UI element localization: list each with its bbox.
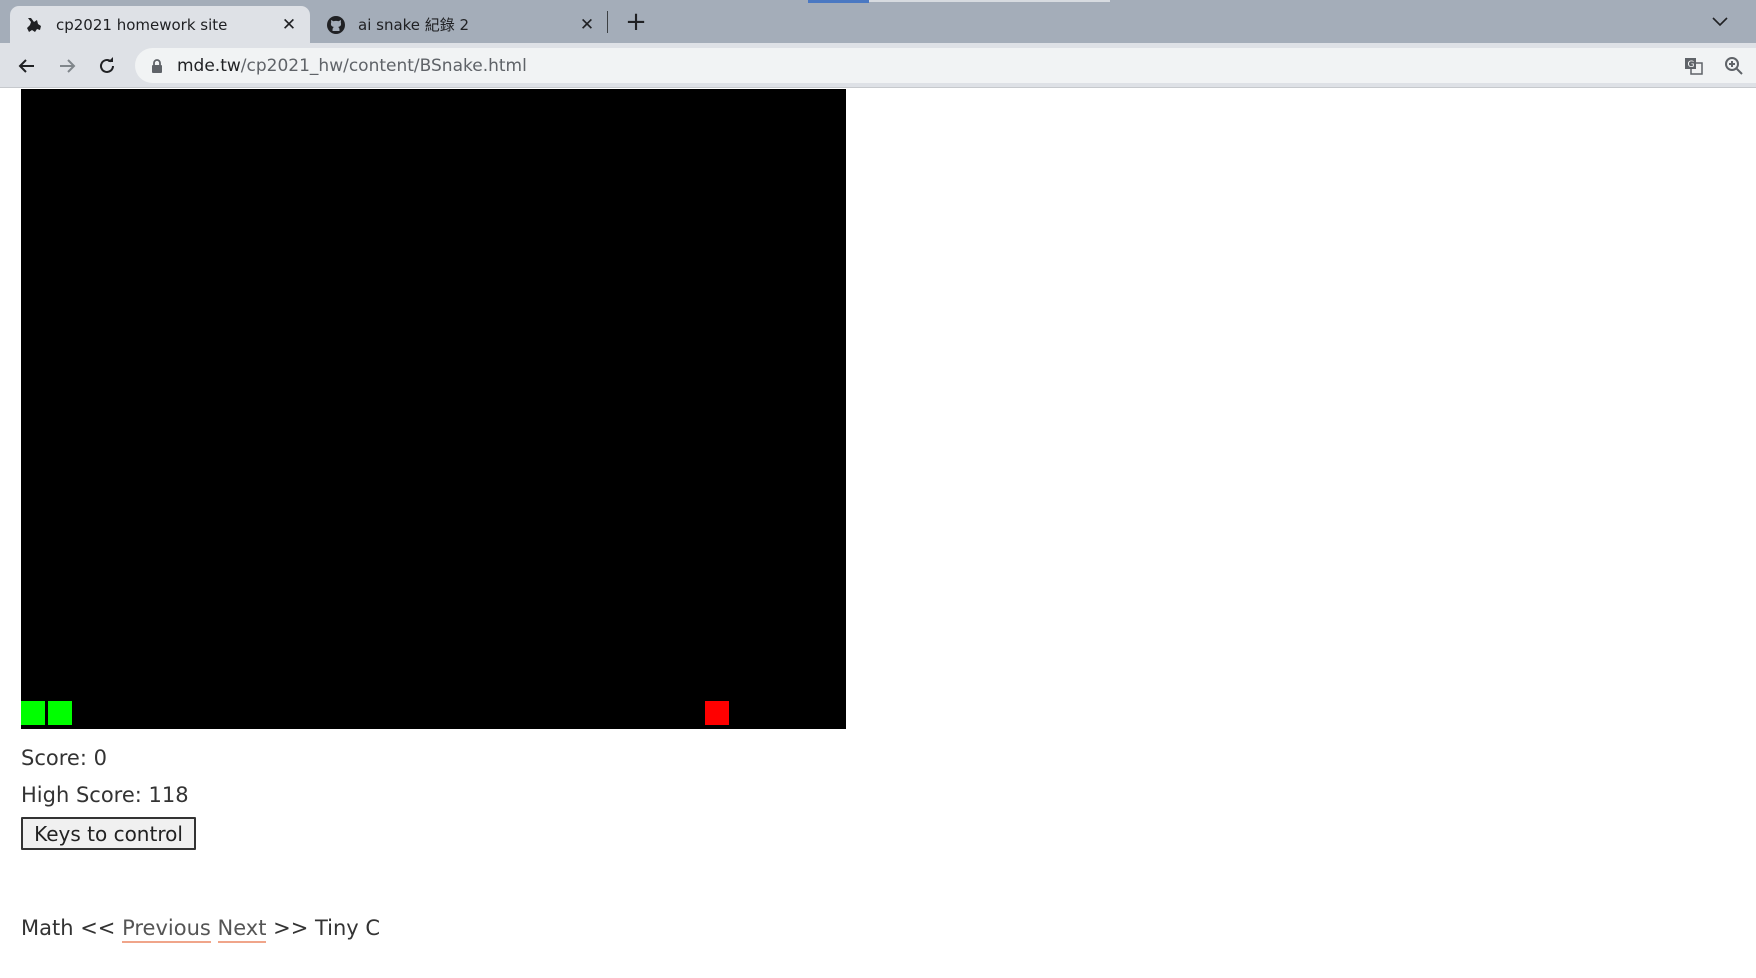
page-navigation: Math << Previous Next >> Tiny C [21, 916, 381, 943]
score-label: Score: 0 [21, 746, 107, 770]
tab-separator [607, 11, 608, 33]
browser-toolbar: mde.tw/cp2021_hw/content/BSnake.html G [0, 43, 1756, 88]
back-button[interactable] [12, 51, 42, 81]
chevron-down-icon[interactable] [1706, 8, 1734, 36]
next-link[interactable]: Next [217, 916, 267, 943]
address-bar[interactable]: mde.tw/cp2021_hw/content/BSnake.html G [135, 48, 1756, 83]
tab-title: cp2021 homework site [56, 15, 228, 34]
forward-button[interactable] [52, 51, 82, 81]
close-tab-icon[interactable]: ✕ [576, 14, 598, 36]
url-path: /cp2021_hw/content/BSnake.html [240, 55, 527, 76]
page-content: Score: 0 High Score: 118 Keys to control… [0, 89, 1756, 978]
tab-strip: cp2021 homework site ✕ ai snake 紀錄 2 ✕ + [0, 0, 1756, 43]
translate-icon[interactable]: G [1681, 53, 1707, 79]
snake-segment [21, 701, 45, 725]
svg-text:G: G [1688, 60, 1695, 70]
snake-segment [48, 701, 72, 725]
high-score-label: High Score: 118 [21, 783, 189, 807]
reload-icon [100, 57, 114, 73]
github-icon [326, 15, 346, 35]
tab-ai-snake[interactable]: ai snake 紀錄 2 ✕ [312, 6, 608, 43]
tab-title: ai snake 紀錄 2 [358, 16, 470, 34]
nav-prefix: Math << [21, 916, 123, 940]
url-text: mde.tw/cp2021_hw/content/BSnake.html [177, 56, 527, 76]
loading-track [869, 0, 1110, 2]
url-host: mde.tw [177, 55, 241, 76]
arrow-right-icon [60, 59, 76, 73]
loading-indicator [808, 0, 869, 3]
previous-link[interactable]: Previous [122, 916, 211, 943]
nav-suffix: >> Tiny C [266, 916, 381, 940]
arrow-left-icon [18, 59, 34, 73]
reload-button[interactable] [92, 51, 122, 81]
new-tab-button[interactable]: + [622, 7, 650, 37]
close-tab-icon[interactable]: ✕ [278, 14, 300, 36]
zoom-icon[interactable] [1721, 53, 1747, 79]
keys-to-control-button[interactable]: Keys to control [21, 817, 196, 850]
lock-icon [152, 58, 162, 73]
tab-cp2021-homework[interactable]: cp2021 homework site ✕ [10, 6, 310, 43]
snake-game-board[interactable] [21, 89, 846, 729]
cat-icon [24, 15, 44, 35]
food-item [705, 701, 729, 725]
